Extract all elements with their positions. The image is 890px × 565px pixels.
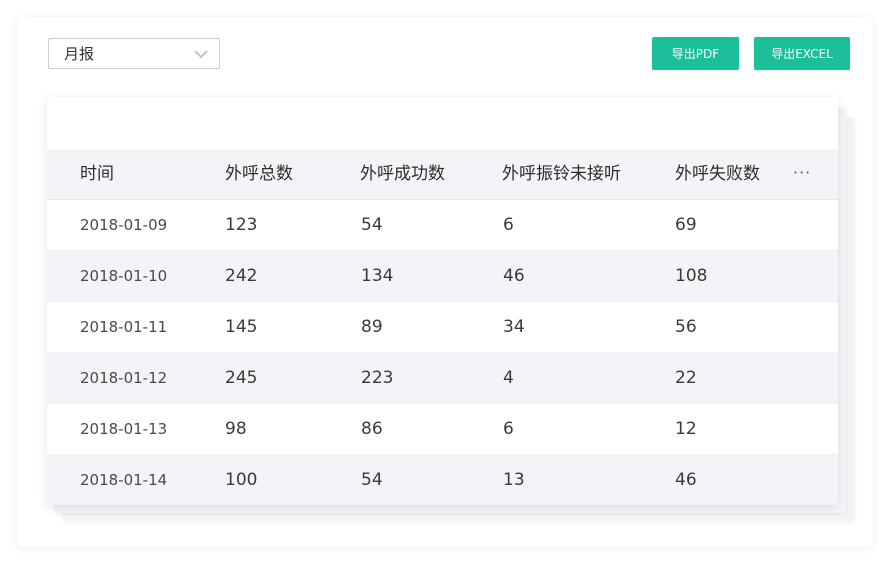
cell-date: 2018-01-10 (80, 267, 168, 285)
table-row: 2018-01-14 100 54 13 46 (47, 455, 838, 505)
table-row: 2018-01-09 123 54 6 69 (47, 200, 838, 251)
cell-date: 2018-01-09 (80, 216, 168, 234)
cell-success: 54 (361, 215, 383, 235)
header-time: 时间 (80, 164, 114, 184)
cell-ring-no-answer: 6 (503, 215, 514, 235)
cell-total: 98 (225, 419, 247, 439)
table-row: 2018-01-13 98 86 6 12 (47, 404, 838, 455)
cell-failed: 56 (675, 317, 697, 337)
export-pdf-button[interactable]: 导出PDF (652, 37, 739, 70)
cell-success: 86 (361, 419, 383, 439)
header-failed: 外呼失败数 (675, 164, 760, 184)
cell-date: 2018-01-13 (80, 420, 168, 438)
cell-success: 89 (361, 317, 383, 337)
cell-failed: 69 (675, 215, 697, 235)
header-success: 外呼成功数 (360, 164, 445, 184)
period-select[interactable]: 月报 (48, 38, 220, 69)
period-select-value: 月报 (64, 45, 95, 63)
cell-failed: 12 (675, 419, 697, 439)
cell-failed: 22 (675, 368, 697, 388)
cell-total: 242 (225, 266, 258, 286)
cell-date: 2018-01-11 (80, 318, 168, 336)
cell-ring-no-answer: 46 (503, 266, 525, 286)
table-row: 2018-01-12 245 223 4 22 (47, 353, 838, 404)
table-header: 时间 外呼总数 外呼成功数 外呼振铃未接听 外呼失败数 ··· (47, 149, 838, 200)
cell-total: 123 (225, 215, 258, 235)
cell-ring-no-answer: 34 (503, 317, 525, 337)
chevron-down-icon (193, 46, 209, 62)
header-total: 外呼总数 (225, 164, 293, 184)
cell-ring-no-answer: 6 (503, 419, 514, 439)
cell-success: 223 (361, 368, 394, 388)
cell-success: 134 (361, 266, 394, 286)
export-excel-button[interactable]: 导出EXCEL (754, 37, 850, 70)
table-row: 2018-01-10 242 134 46 108 (47, 251, 838, 302)
data-table: 时间 外呼总数 外呼成功数 外呼振铃未接听 外呼失败数 ··· 2018-01-… (47, 97, 838, 505)
cell-total: 100 (225, 470, 258, 490)
cell-date: 2018-01-12 (80, 369, 168, 387)
cell-failed: 46 (675, 470, 697, 490)
cell-success: 54 (361, 470, 383, 490)
cell-failed: 108 (675, 266, 708, 286)
more-columns-icon[interactable]: ··· (793, 149, 811, 200)
header-ring-no-answer: 外呼振铃未接听 (502, 164, 621, 184)
cell-total: 245 (225, 368, 258, 388)
cell-ring-no-answer: 4 (503, 368, 514, 388)
table-body: 2018-01-09 123 54 6 69 2018-01-10 242 13… (47, 200, 838, 505)
cell-date: 2018-01-14 (80, 471, 168, 489)
cell-ring-no-answer: 13 (503, 470, 525, 490)
cell-total: 145 (225, 317, 258, 337)
table-row: 2018-01-11 145 89 34 56 (47, 302, 838, 353)
